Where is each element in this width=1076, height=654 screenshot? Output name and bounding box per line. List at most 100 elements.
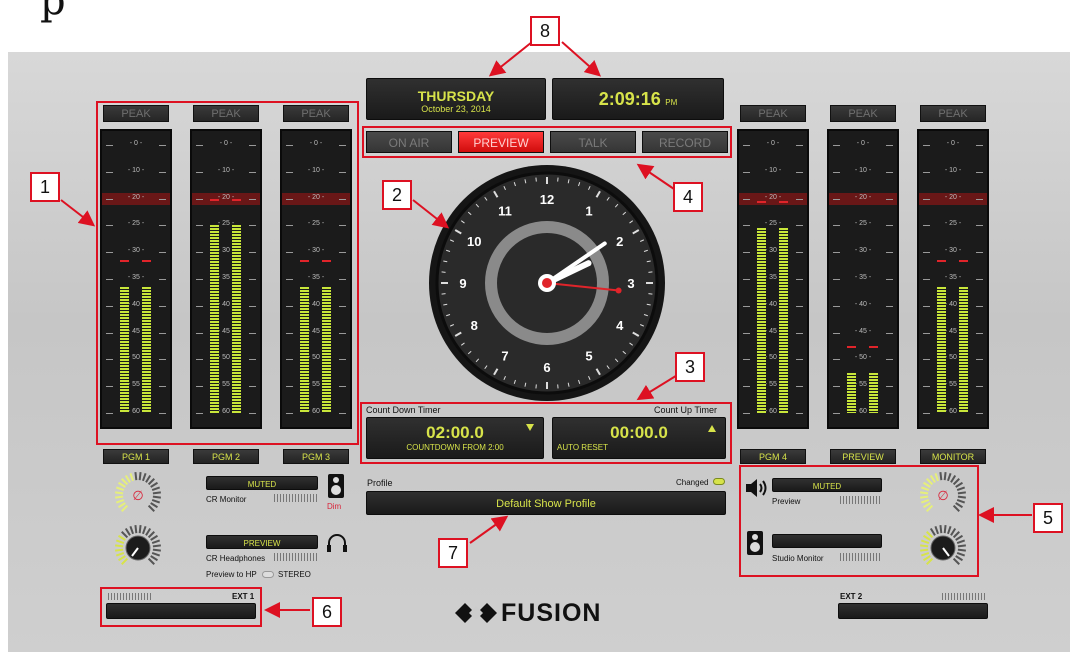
meter-scale-label: - 10 -	[764, 166, 782, 174]
knob-level-segment	[129, 525, 134, 535]
meter-scale-tick: - 55 -	[282, 381, 350, 388]
peak-indicator[interactable]: PEAK	[103, 105, 169, 122]
profile-selector[interactable]: Default Show Profile	[366, 491, 726, 515]
status-button-on-air[interactable]: ON AIR	[366, 131, 452, 153]
clock-numeral: 10	[467, 234, 481, 249]
meter-scale-tick: - 25 -	[102, 220, 170, 227]
clock-numeral: 3	[627, 276, 634, 291]
knob-level-segment	[150, 555, 159, 562]
preview-knob[interactable]: ∅	[918, 470, 968, 520]
meter-scale-tick: - 35 -	[919, 274, 987, 281]
meter-scale-tick: - 40 -	[739, 301, 807, 308]
meter-scale-label: - 20 -	[854, 193, 872, 201]
meter-bar	[142, 287, 151, 413]
status-button-preview[interactable]: PREVIEW	[458, 131, 544, 153]
speaker-volume-icon[interactable]	[744, 476, 770, 500]
countup-timer[interactable]: 00:00.0 AUTO RESET	[552, 417, 726, 459]
meter-peak-hold	[232, 198, 241, 201]
meter-bar	[847, 372, 856, 413]
meter-scale-tick: - 20 -	[102, 194, 170, 201]
day-label: THURSDAY	[417, 88, 495, 104]
meter-scale-tick: - 60 -	[829, 408, 897, 415]
meter-scale-label: - 25 -	[127, 220, 145, 228]
knob-level-segment	[150, 502, 159, 509]
knob-level-segment	[117, 534, 126, 541]
meter-scale-tick: - 50 -	[102, 354, 170, 361]
knob-level-segment	[950, 474, 957, 483]
knob-level-segment	[922, 481, 931, 488]
meter-scale-label: - 20 -	[764, 193, 782, 201]
profile-label: Profile	[367, 478, 393, 488]
meter-peak-hold	[210, 198, 219, 201]
cr-monitor-knob[interactable]: ∅	[113, 470, 163, 520]
date-label: October 23, 2014	[421, 104, 491, 114]
meter-scale-label: - 10 -	[127, 166, 145, 174]
ext1-input[interactable]	[106, 603, 256, 619]
meter-scale-tick: - 45 -	[282, 328, 350, 335]
peak-indicator[interactable]: PEAK	[740, 105, 806, 122]
level-meter: - 0 - - 10 - - 20 - - 25 - - 30 - - 35 - - 40 …	[827, 129, 899, 429]
studio-monitor-button[interactable]	[772, 534, 882, 548]
knob-level-segment	[929, 474, 936, 483]
meter-peak-hold	[300, 260, 309, 263]
status-button-record[interactable]: RECORD	[642, 131, 728, 153]
knob-level-segment	[922, 534, 931, 541]
countdown-down-arrow-icon[interactable]	[526, 424, 534, 431]
knob-level-segment	[150, 534, 159, 541]
clock-numeral: 6	[543, 360, 550, 375]
peak-indicator[interactable]: PEAK	[193, 105, 259, 122]
cr-monitor-label: CR Monitor	[206, 495, 247, 504]
status-button-talk[interactable]: TALK	[550, 131, 636, 153]
headphones-icon[interactable]	[326, 533, 348, 553]
knob-level-segment	[134, 472, 138, 481]
clock-numeral: 7	[501, 349, 508, 364]
cr-headphones-source-button[interactable]: PREVIEW	[206, 535, 318, 549]
preview-mute-button[interactable]: MUTED	[772, 478, 882, 492]
knob-level-segment	[151, 552, 161, 557]
brand-name: FUSION	[501, 598, 602, 627]
ext2-level-ticks	[942, 593, 986, 600]
knob-level-segment	[142, 525, 147, 535]
meter-scale-tick: - 40 -	[282, 301, 350, 308]
knob-level-segment	[121, 478, 129, 486]
meter-bar	[120, 287, 129, 413]
peak-indicator[interactable]: PEAK	[283, 105, 349, 122]
ext2-label: EXT 2	[840, 592, 863, 601]
knob-level-segment	[952, 504, 960, 512]
meter-bar	[322, 287, 331, 413]
ext2-input[interactable]	[838, 603, 988, 619]
meter-peak-hold	[142, 260, 151, 263]
knob-level-segment	[957, 544, 966, 548]
preview-to-hp-toggle[interactable]	[262, 571, 274, 578]
knob-level-segment	[138, 525, 142, 534]
knob-level-segment	[952, 478, 960, 486]
meter-scale-tick: - 35 -	[829, 274, 897, 281]
meter-scale-label: - 10 -	[944, 166, 962, 174]
meter-bar	[232, 225, 241, 413]
meter-scale-label: - 0 -	[129, 140, 143, 147]
knob-level-segment	[115, 495, 124, 499]
cr-headphones-knob[interactable]	[113, 523, 163, 573]
peak-indicator[interactable]: PEAK	[830, 105, 896, 122]
meter-scale-tick: - 45 -	[192, 328, 260, 335]
speaker-icon[interactable]	[328, 474, 344, 498]
knob-level-segment	[134, 525, 138, 534]
studio-monitor-knob[interactable]	[918, 523, 968, 573]
peak-indicator[interactable]: PEAK	[920, 105, 986, 122]
meter-scale-tick: - 20 -	[739, 194, 807, 201]
cr-monitor-mute-button[interactable]: MUTED	[206, 476, 318, 490]
meter-scale-tick: - 40 -	[192, 301, 260, 308]
meter-scale-label: - 45 -	[854, 327, 872, 335]
meter-scale-label: - 30 -	[944, 247, 962, 255]
clock-hub-center	[542, 278, 552, 288]
countup-up-arrow-icon[interactable]	[708, 425, 716, 432]
meter-scale-tick: - 30 -	[192, 247, 260, 254]
knob-level-segment	[115, 499, 125, 504]
preview-to-hp-label: Preview to HP	[206, 570, 257, 579]
ext1-level-ticks	[108, 593, 152, 600]
knob-level-segment	[956, 539, 966, 544]
countdown-timer[interactable]: 02:00.0 COUNTDOWN FROM 2:00	[366, 417, 544, 459]
meter-scale-label: - 10 -	[854, 166, 872, 174]
callout-2: 2	[382, 180, 412, 210]
studio-speaker-icon[interactable]	[747, 531, 763, 555]
